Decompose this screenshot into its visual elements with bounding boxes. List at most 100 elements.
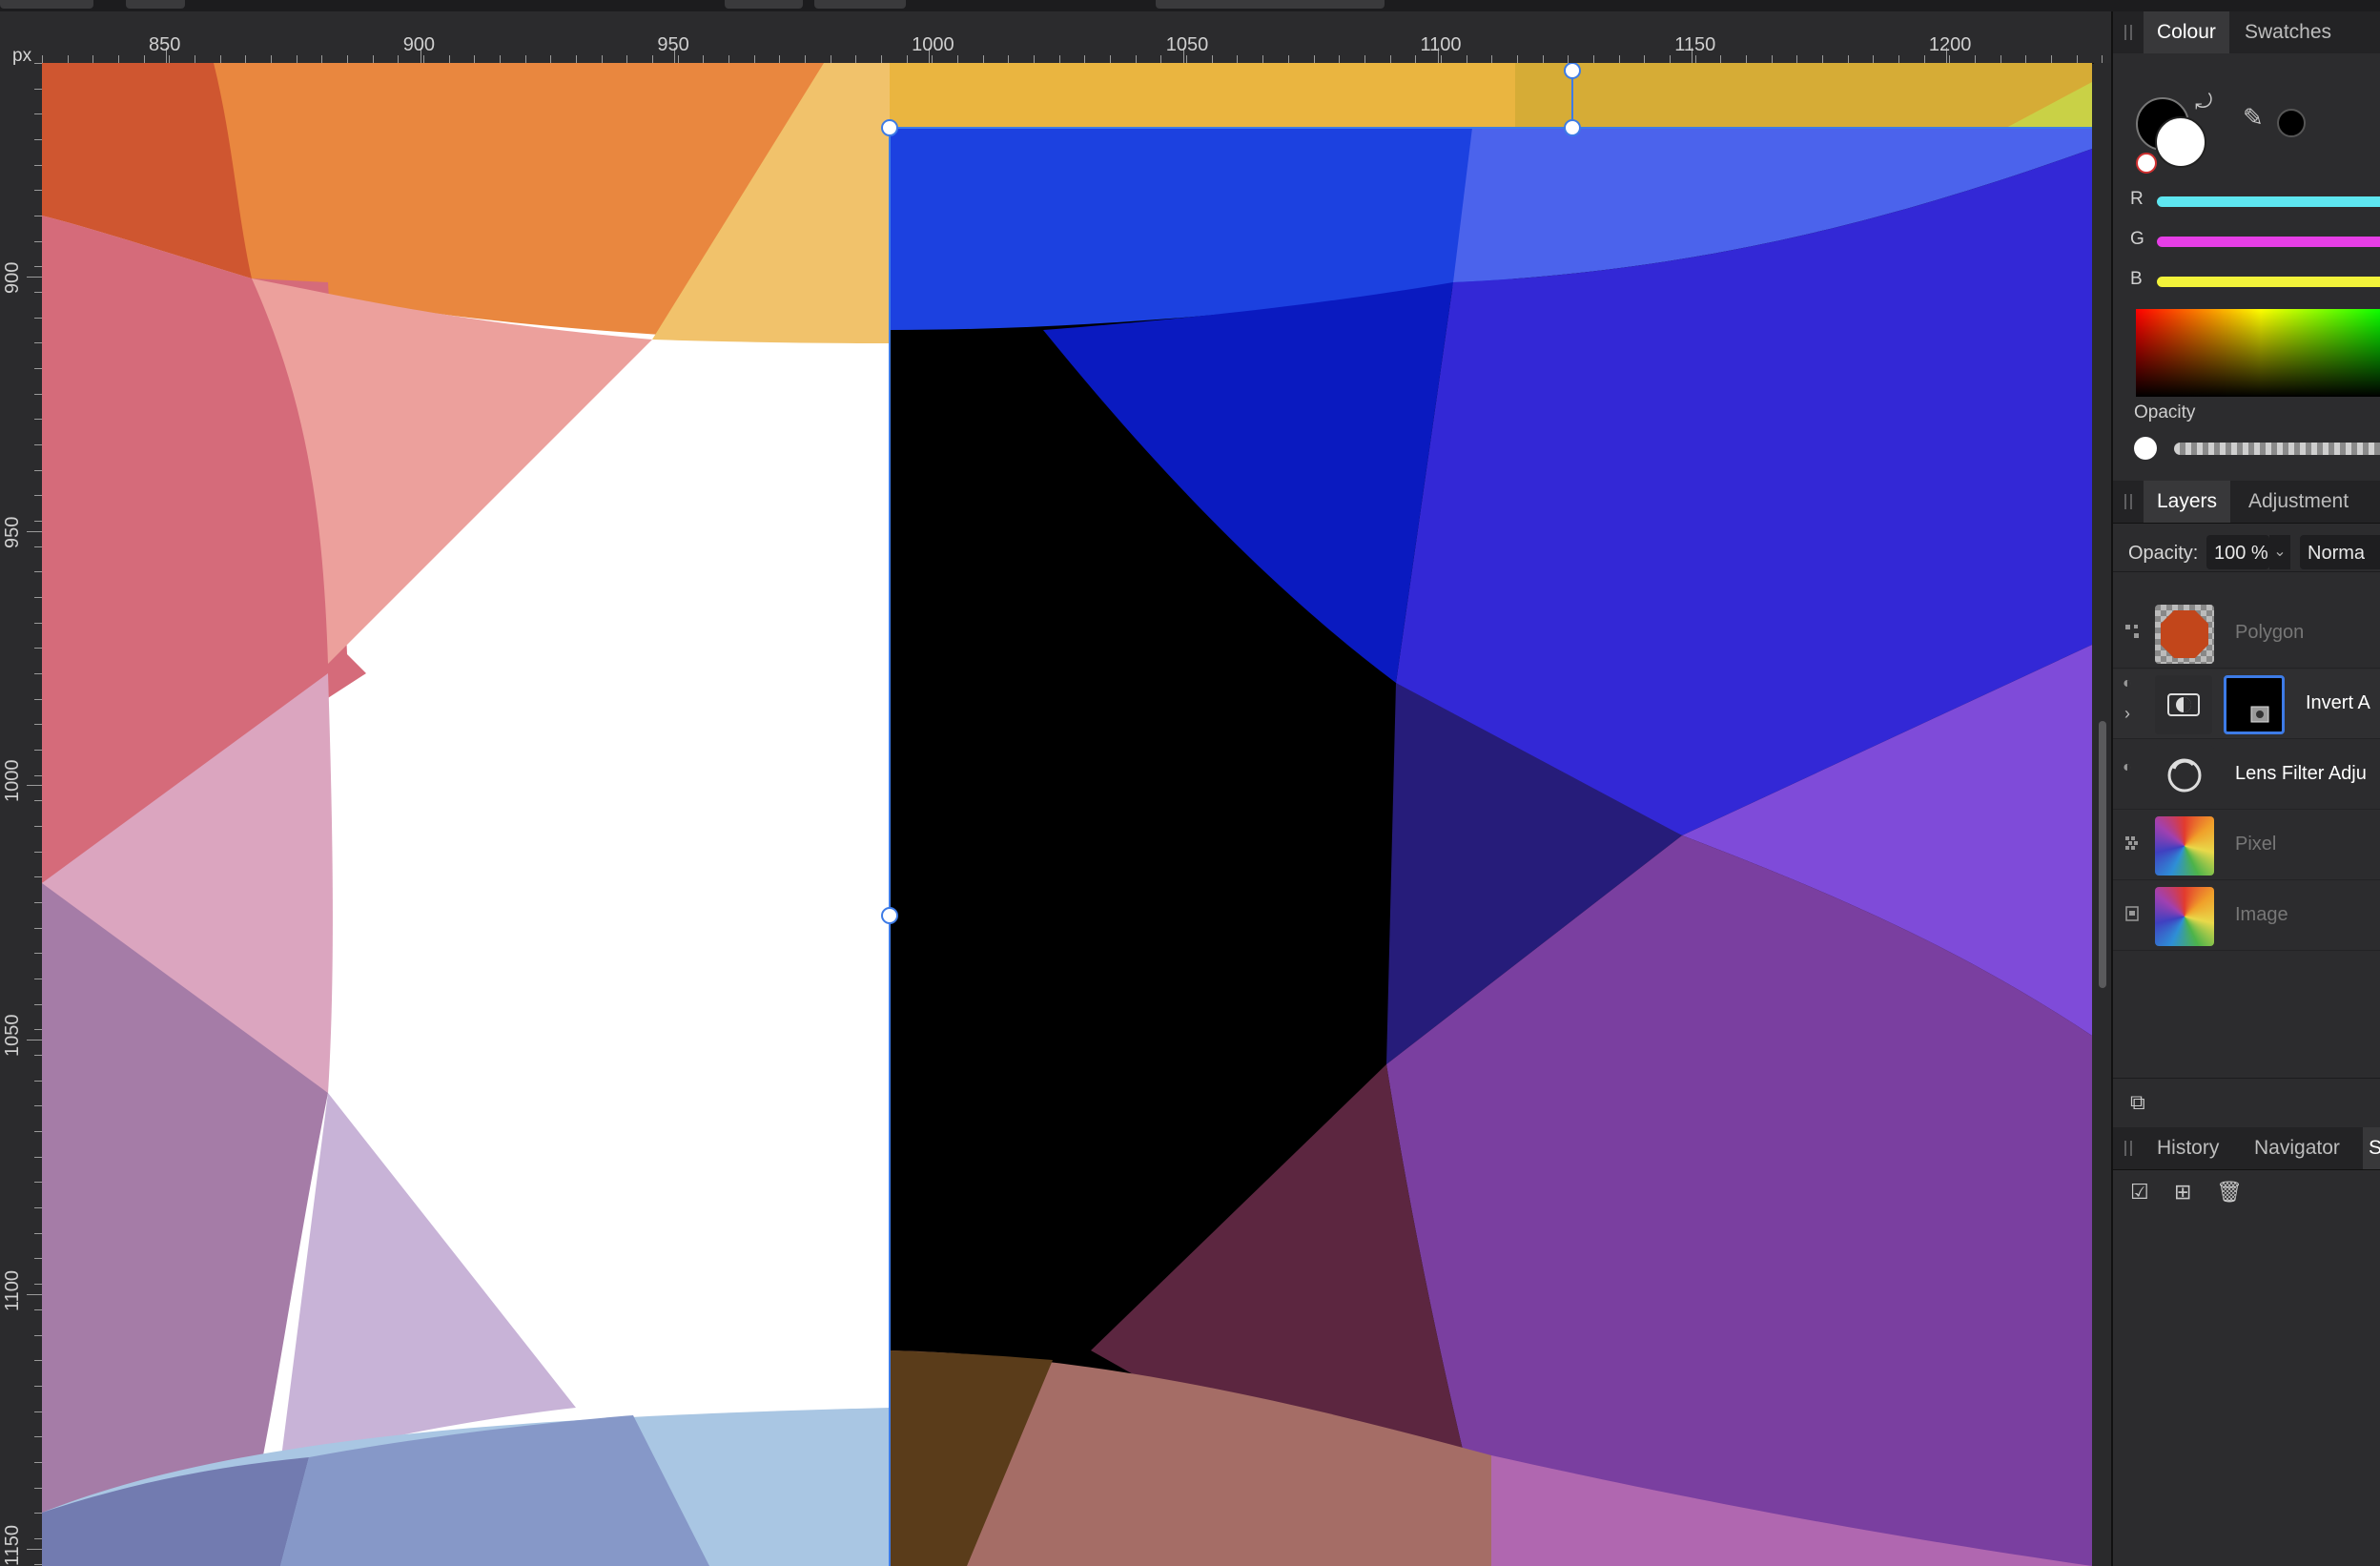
adjustment-visibility-icon[interactable]: ◐: [2123, 759, 2132, 776]
layer-row-polygon[interactable]: Polygon: [2113, 599, 2380, 669]
ruler-minor-tick: [1110, 55, 1112, 63]
ruler-minor-tick: [34, 88, 42, 90]
snapshots-panel: ☑ ⊞ 🗑: [2113, 1170, 2380, 1566]
layer-name: Polygon: [2235, 622, 2305, 643]
layer-mask-thumbnail[interactable]: [2224, 675, 2285, 734]
ruler-minor-tick: [34, 1207, 42, 1209]
scrollbar-thumb[interactable]: [2099, 721, 2106, 988]
document-canvas[interactable]: [42, 63, 2092, 1566]
ruler-minor-tick: [1974, 55, 1976, 63]
panel-grip[interactable]: [2124, 1141, 2132, 1156]
expand-chevron-icon[interactable]: ›: [2124, 704, 2130, 724]
tab-history[interactable]: History: [2144, 1127, 2232, 1169]
rotate-handle: [1564, 63, 1581, 79]
layer-list: Polygon ◐ › Invert A ◐ Lens Filter Adju: [2113, 599, 2380, 967]
tab-adjustment[interactable]: Adjustment: [2235, 481, 2362, 523]
ruler-minor-tick: [932, 55, 934, 63]
ruler-minor-tick: [1287, 55, 1289, 63]
green-slider[interactable]: G: [2113, 227, 2380, 256]
ruler-minor-tick: [1694, 55, 1696, 63]
horizontal-ruler[interactable]: 850 900 950 1000 1050 1100 1150 1200: [0, 11, 2111, 64]
toolbar-button[interactable]: [126, 0, 185, 9]
ruler-v-label: 1100: [2, 1269, 23, 1311]
ruler-minor-tick: [118, 55, 119, 63]
secondary-color-well[interactable]: [2155, 116, 2206, 168]
layer-row-image[interactable]: Image: [2113, 881, 2380, 951]
green-label: G: [2130, 229, 2144, 249]
ruler-minor-tick: [34, 927, 42, 929]
ruler-minor-tick: [34, 698, 42, 700]
ruler-h-label: 1200: [1928, 34, 1972, 55]
ruler-minor-tick: [34, 292, 42, 294]
ruler-minor-tick: [34, 1003, 42, 1005]
ruler-minor-tick: [34, 1360, 42, 1362]
trash-icon[interactable]: 🗑: [2216, 1180, 2243, 1205]
ruler-minor-tick: [34, 1513, 42, 1514]
opacity-slider-knob[interactable]: [2134, 437, 2157, 460]
ruler-minor-tick: [34, 139, 42, 140]
ruler-corner[interactable]: px: [0, 11, 42, 66]
ruler-minor-tick: [1821, 55, 1823, 63]
ruler-minor-tick: [1160, 55, 1162, 63]
green-slider-track[interactable]: [2157, 237, 2380, 247]
tab-swatches[interactable]: Swatches: [2231, 11, 2345, 53]
ruler-minor-tick: [34, 1258, 42, 1260]
tab-snapshots[interactable]: S: [2363, 1127, 2380, 1169]
adjustment-visibility-icon[interactable]: ◐: [2123, 675, 2132, 692]
opacity-slider-track[interactable]: [2174, 443, 2380, 455]
blue-slider[interactable]: B: [2113, 267, 2380, 296]
picked-color-swatch[interactable]: [2277, 109, 2306, 137]
ruler-minor-tick: [1949, 55, 1951, 63]
tab-layers[interactable]: Layers: [2144, 481, 2231, 523]
ruler-minor-tick: [34, 342, 42, 344]
ruler-minor-tick: [652, 55, 654, 63]
blend-mode-select[interactable]: Norma: [2300, 535, 2380, 569]
ruler-minor-tick: [1034, 55, 1036, 63]
add-snapshot-icon[interactable]: ⊞: [2174, 1180, 2191, 1205]
ruler-minor-tick: [34, 317, 42, 319]
swap-colors-icon[interactable]: ⤾: [2195, 90, 2212, 114]
panel-grip[interactable]: [2124, 25, 2132, 40]
toolbar-button[interactable]: [725, 0, 803, 9]
vertical-ruler[interactable]: 900 950 1000 1050 1100 1150: [0, 63, 43, 1566]
no-color-icon[interactable]: [2136, 153, 2157, 174]
ruler-minor-tick: [1313, 55, 1315, 63]
tab-colour[interactable]: Colour: [2144, 11, 2229, 53]
checkbox-icon[interactable]: ☑: [2130, 1180, 2149, 1205]
tab-more[interactable]: [2357, 481, 2380, 523]
layer-stack-icon[interactable]: ⧉: [2130, 1090, 2145, 1115]
red-slider[interactable]: R: [2113, 187, 2380, 216]
ruler-minor-tick: [34, 902, 42, 904]
blue-slider-track[interactable]: [2157, 277, 2380, 287]
red-slider-track[interactable]: [2157, 196, 2380, 207]
layer-row-lens-filter[interactable]: ◐ Lens Filter Adju: [2113, 740, 2380, 810]
toolbar-field[interactable]: [0, 0, 93, 9]
ruler-minor-tick: [957, 55, 959, 63]
layer-opacity-field[interactable]: 100 %: [2206, 535, 2269, 569]
canvas-scrollbar[interactable]: [2094, 63, 2111, 1566]
ruler-h-label: 850: [149, 34, 181, 55]
layers-tabs: Layers Adjustment: [2113, 481, 2380, 524]
ruler-h-label: 1100: [1420, 34, 1462, 55]
ruler-minor-tick: [34, 113, 42, 115]
ruler-minor-tick: [1644, 55, 1646, 63]
color-spectrum[interactable]: [2136, 309, 2380, 397]
tab-navigator[interactable]: Navigator: [2241, 1127, 2353, 1169]
layer-row-invert[interactable]: ◐ › Invert A: [2113, 670, 2380, 739]
panel-grip[interactable]: [2124, 494, 2132, 509]
layer-row-pixel[interactable]: Pixel: [2113, 811, 2380, 880]
ruler-minor-tick: [703, 55, 705, 63]
ruler-minor-tick: [34, 266, 42, 268]
toolbar-button[interactable]: [814, 0, 906, 9]
ruler-minor-tick: [34, 648, 42, 649]
ruler-minor-tick: [34, 953, 42, 955]
ruler-minor-tick: [1847, 55, 1849, 63]
ruler-minor-tick: [1491, 55, 1493, 63]
red-label: R: [2130, 189, 2144, 209]
ruler-minor-tick: [34, 1487, 42, 1489]
toolbar-field[interactable]: [1156, 0, 1385, 9]
ruler-minor-tick: [34, 1334, 42, 1336]
opacity-dropdown-chevron-icon[interactable]: ⌄: [2269, 535, 2290, 569]
ruler-h-label: 1000: [912, 34, 954, 55]
color-picker-icon[interactable]: ✎: [2243, 103, 2264, 133]
